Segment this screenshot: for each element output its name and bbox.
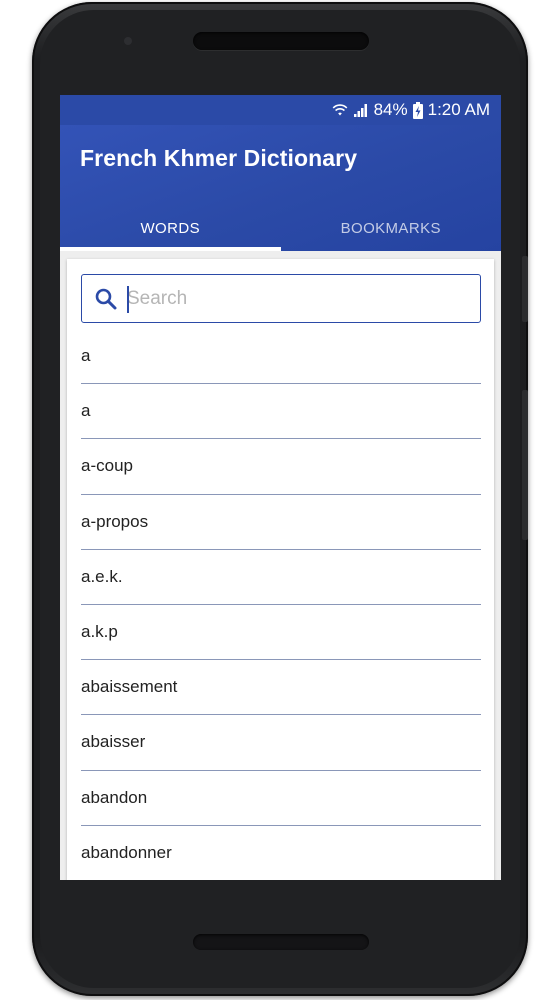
text-cursor [127, 286, 129, 313]
tab-bookmarks[interactable]: BOOKMARKS [281, 205, 502, 251]
clock: 1:20 AM [427, 100, 490, 119]
tab-bookmarks-label: BOOKMARKS [340, 219, 441, 237]
list-item[interactable]: a [81, 384, 481, 440]
bottom-speaker [193, 934, 369, 950]
word-list: a a a-coup a-propos a.e.k. a.k.p abaisse… [81, 329, 481, 880]
tab-indicator [60, 247, 281, 251]
power-button [522, 256, 528, 322]
tab-words[interactable]: WORDS [60, 205, 281, 251]
list-item[interactable]: abaisser [81, 715, 481, 771]
search-box[interactable] [81, 274, 481, 323]
list-item[interactable]: abaissement [81, 660, 481, 716]
search-icon [94, 287, 118, 311]
list-item[interactable]: a.k.p [81, 605, 481, 661]
app-title: French Khmer Dictionary [80, 145, 358, 171]
app-screen: 84% 1:20 AM French Khmer Dictionary WORD… [60, 95, 501, 880]
signal-icon [353, 102, 369, 118]
list-item[interactable]: a.e.k. [81, 550, 481, 605]
earpiece-speaker [193, 32, 369, 50]
list-item[interactable]: abandonner [81, 826, 481, 880]
list-item[interactable]: a-propos [81, 495, 481, 550]
battery-charging-icon [412, 101, 423, 119]
word-list-card: a a a-coup a-propos a.e.k. a.k.p abaisse… [67, 259, 494, 880]
list-item[interactable]: abandon [81, 771, 481, 826]
front-camera [124, 37, 132, 45]
battery-percent: 84% [373, 100, 408, 119]
status-bar: 84% 1:20 AM [60, 95, 501, 125]
wifi-icon [332, 102, 348, 118]
tab-words-label: WORDS [140, 219, 200, 237]
app-bar: French Khmer Dictionary WORDS BOOKMARKS [60, 125, 501, 251]
search-input[interactable] [126, 283, 456, 314]
list-item[interactable]: a [81, 329, 481, 385]
tab-bar: WORDS BOOKMARKS [60, 205, 501, 251]
volume-button [522, 390, 528, 540]
list-item[interactable]: a-coup [81, 439, 481, 495]
